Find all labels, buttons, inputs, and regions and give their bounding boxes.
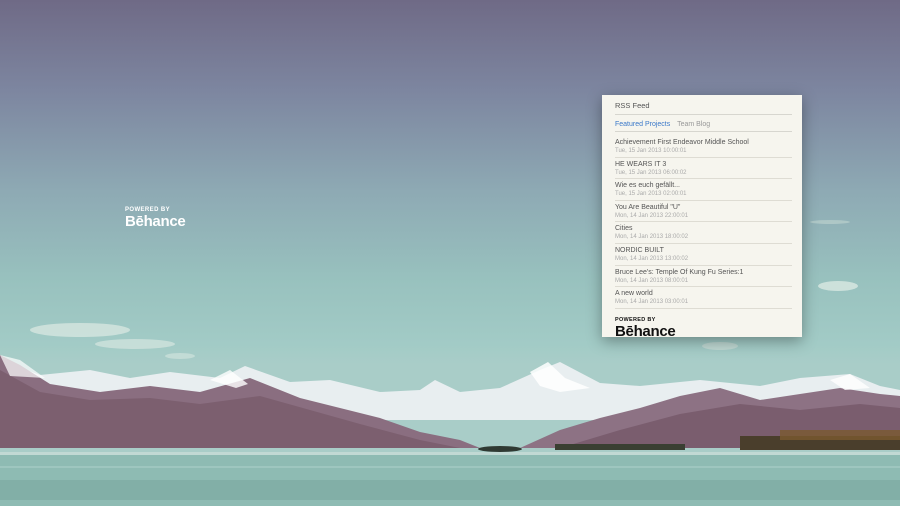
- feed-item[interactable]: Achievement First Endeavor Middle School…: [615, 136, 792, 158]
- feed-item[interactable]: You Are Beautiful "U" Mon, 14 Jan 2013 2…: [615, 201, 792, 223]
- behance-logo: Bēhance: [125, 213, 186, 230]
- feed-item-title[interactable]: NORDIC BUILT: [615, 246, 792, 255]
- feed-item-date: Mon, 14 Jan 2013 03:00:01: [615, 299, 689, 306]
- feed-list: Achievement First Endeavor Middle School…: [615, 136, 792, 309]
- feed-item-title[interactable]: HE WEARS IT 3: [615, 160, 792, 169]
- widget-title: RSS Feed: [615, 101, 792, 115]
- feed-item[interactable]: Wie es euch gefällt... Tue, 15 Jan 2013 …: [615, 179, 792, 201]
- desktop-wallpaper: POWERED BY Bēhance RSS Feed Featured Pro…: [0, 0, 900, 506]
- feed-item-date: Mon, 14 Jan 2013 13:00:02: [615, 255, 689, 262]
- feed-item[interactable]: NORDIC BUILT Mon, 14 Jan 2013 13:00:02: [615, 244, 792, 266]
- widget-footer-logo[interactable]: POWERED BY Bēhance: [615, 317, 792, 340]
- feed-item[interactable]: HE WEARS IT 3 Tue, 15 Jan 2013 06:00:02: [615, 158, 792, 180]
- rss-feed-widget: RSS Feed Featured Projects Team Blog Ach…: [602, 95, 802, 340]
- desktop-behance-watermark: POWERED BY Bēhance: [125, 207, 186, 230]
- behance-logo[interactable]: Bēhance: [615, 323, 792, 340]
- feed-item[interactable]: Bruce Lee's: Temple Of Kung Fu Series:1 …: [615, 266, 792, 288]
- feed-item[interactable]: A new world Mon, 14 Jan 2013 03:00:01: [615, 287, 792, 309]
- feed-item-title[interactable]: Bruce Lee's: Temple Of Kung Fu Series:1: [615, 268, 792, 277]
- feed-item-title[interactable]: You Are Beautiful "U": [615, 203, 792, 212]
- feed-item-date: Tue, 15 Jan 2013 06:00:02: [615, 169, 687, 176]
- tab-team-blog[interactable]: Team Blog: [677, 121, 710, 128]
- feed-item-date: Tue, 15 Jan 2013 02:00:01: [615, 191, 687, 198]
- feed-tabs: Featured Projects Team Blog: [615, 121, 792, 132]
- feed-item-title[interactable]: Cities: [615, 224, 792, 233]
- feed-item-title[interactable]: Wie es euch gefällt...: [615, 181, 792, 190]
- feed-item-title[interactable]: Achievement First Endeavor Middle School: [615, 138, 792, 147]
- feed-item-date: Mon, 14 Jan 2013 18:00:02: [615, 234, 689, 241]
- feed-item-date: Mon, 14 Jan 2013 22:00:01: [615, 212, 689, 219]
- feed-item-date: Mon, 14 Jan 2013 08:00:01: [615, 277, 689, 284]
- feed-item-date: Tue, 15 Jan 2013 10:00:01: [615, 148, 687, 154]
- tab-featured-projects[interactable]: Featured Projects: [615, 121, 670, 128]
- feed-item-title[interactable]: A new world: [615, 289, 792, 298]
- feed-item[interactable]: Cities Mon, 14 Jan 2013 18:00:02: [615, 222, 792, 244]
